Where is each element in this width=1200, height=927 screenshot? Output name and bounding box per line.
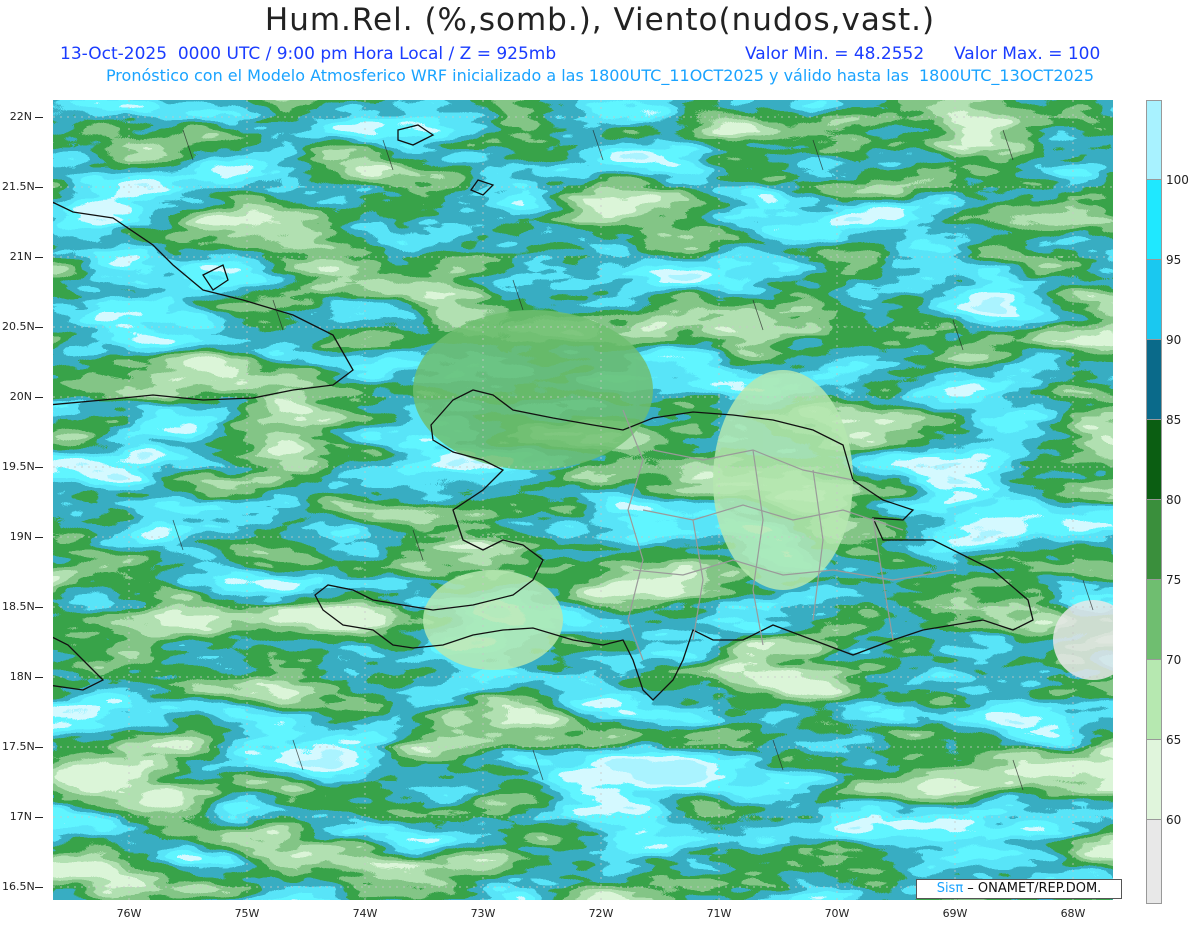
credit-text: – ONAMET/REP.DOM. xyxy=(963,881,1102,896)
lon-label-75w: 75W xyxy=(234,907,260,920)
colorbar-label-65: 65 xyxy=(1166,733,1182,747)
forecast-date-line: 13-Oct-2025 0000 UTC / 9:00 pm Hora Loca… xyxy=(60,44,557,64)
colorbar-swatch-70 xyxy=(1146,580,1162,660)
humidity-wind-map xyxy=(53,100,1113,900)
value-max: Valor Max. = 100 xyxy=(954,44,1101,64)
sispi-logo: Sisπ xyxy=(936,881,964,896)
colorbar-label-70: 70 xyxy=(1166,653,1182,667)
colorbar-swatch-65 xyxy=(1146,660,1162,740)
lat-label-21n: 21N xyxy=(9,250,32,263)
credit-box: Sisπ – ONAMET/REP.DOM. xyxy=(916,879,1122,899)
lon-label-76w: 76W xyxy=(116,907,142,920)
colorbar-swatch-85 xyxy=(1146,340,1162,420)
colorbar-swatch-90 xyxy=(1146,260,1162,340)
colorbar-label-80: 80 xyxy=(1166,493,1182,507)
lat-label-21-5n: 21.5N xyxy=(2,180,35,193)
lat-label-16-5n: 16.5N xyxy=(2,880,35,893)
model-info-line: Pronóstico con el Modelo Atmosferico WRF… xyxy=(105,66,1095,85)
lon-label-72w: 72W xyxy=(588,907,614,920)
colorbar-label-75: 75 xyxy=(1166,573,1182,587)
colorbar-swatch-low xyxy=(1146,820,1162,904)
lat-label-20n: 20N xyxy=(9,390,32,403)
value-min: Valor Min. = 48.2552 xyxy=(745,44,925,64)
colorbar-swatch-80 xyxy=(1146,420,1162,500)
colorbar-swatch-95 xyxy=(1146,180,1162,260)
lon-label-68w: 68W xyxy=(1060,907,1086,920)
lon-label-74w: 74W xyxy=(352,907,378,920)
colorbar-swatch-75 xyxy=(1146,500,1162,580)
lat-label-17-5n: 17.5N xyxy=(2,740,35,753)
lat-label-20-5n: 20.5N xyxy=(2,320,35,333)
colorbar-label-60: 60 xyxy=(1166,813,1182,827)
colorbar-label-95: 95 xyxy=(1166,253,1182,267)
lat-label-17n: 17N xyxy=(9,810,32,823)
lat-label-19n: 19N xyxy=(9,530,32,543)
lat-label-19-5n: 19.5N xyxy=(2,460,35,473)
colorbar-swatch-100 xyxy=(1146,100,1162,180)
colorbar-label-100: 100 xyxy=(1166,173,1189,187)
lon-label-71w: 71W xyxy=(706,907,732,920)
lon-label-73w: 73W xyxy=(470,907,496,920)
lon-label-70w: 70W xyxy=(824,907,850,920)
colorbar-swatch-60 xyxy=(1146,740,1162,820)
lat-label-18n: 18N xyxy=(9,670,32,683)
lat-label-22n: 22N xyxy=(9,110,32,123)
map-title: Hum.Rel. (%,somb.), Viento(nudos,vast.) xyxy=(264,2,936,38)
humidity-field xyxy=(53,100,1113,900)
lat-label-18-5n: 18.5N xyxy=(2,600,35,613)
lon-label-69w: 69W xyxy=(942,907,968,920)
colorbar-label-85: 85 xyxy=(1166,413,1182,427)
colorbar-label-90: 90 xyxy=(1166,333,1182,347)
